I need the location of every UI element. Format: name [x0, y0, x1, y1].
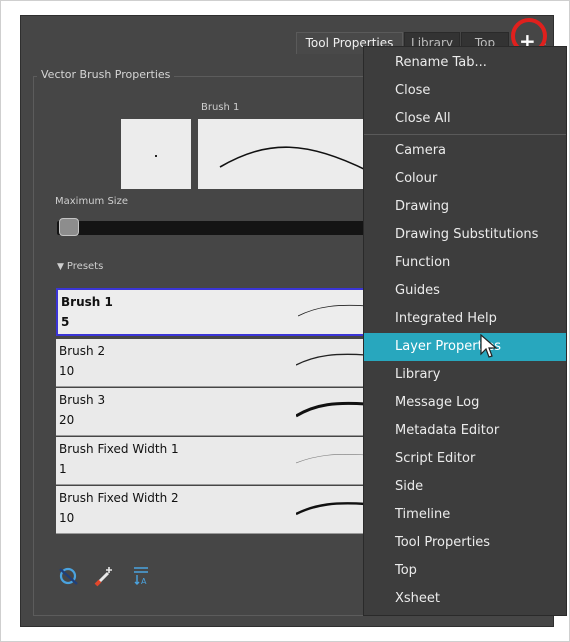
max-size-slider-handle[interactable]	[59, 218, 79, 236]
preset-name: Brush 1	[61, 295, 113, 309]
brush-tip-preview	[121, 119, 191, 189]
mouse-pointer-icon	[480, 334, 498, 358]
menu-item-script-editor[interactable]: Script Editor	[364, 445, 566, 473]
stroke-icon[interactable]	[57, 564, 81, 588]
preset-name: Brush 2	[59, 344, 106, 358]
menu-item-camera[interactable]: Camera	[364, 137, 566, 165]
menu-item-close-all[interactable]: Close All	[364, 105, 566, 133]
preset-name: Brush Fixed Width 1	[59, 442, 179, 456]
triangle-down-icon: ▼	[57, 262, 64, 272]
menu-item-guides[interactable]: Guides	[364, 277, 566, 305]
brush-plus-icon[interactable]	[93, 564, 117, 588]
preset-row[interactable]: Brush 3 20	[56, 388, 367, 436]
preset-stroke-icon	[296, 401, 366, 418]
menu-item-close[interactable]: Close	[364, 77, 566, 105]
menu-item-drawing-substitutions[interactable]: Drawing Substitutions	[364, 221, 566, 249]
preset-row[interactable]: Brush Fixed Width 2 10	[56, 486, 367, 534]
preset-list: Brush 1 5 Brush 2 10 Brush 3 20 Brush Fi…	[56, 288, 367, 544]
preset-size: 10	[59, 511, 75, 525]
preset-size: 20	[59, 413, 75, 427]
presets-label: Presets	[66, 261, 104, 272]
preset-size: 5	[61, 315, 70, 329]
max-size-slider-track[interactable]	[57, 221, 367, 235]
menu-item-metadata-editor[interactable]: Metadata Editor	[364, 417, 566, 445]
menu-item-integrated-help[interactable]: Integrated Help	[364, 305, 566, 333]
group-title: Vector Brush Properties	[37, 68, 175, 81]
menu-item-timeline[interactable]: Timeline	[364, 501, 566, 529]
preset-stroke-icon	[296, 353, 366, 366]
preset-row[interactable]: Brush 1 5	[56, 288, 367, 336]
presets-header[interactable]: ▼ Presets	[57, 261, 103, 272]
menu-item-tool-properties[interactable]: Tool Properties	[364, 529, 566, 557]
menu-item-function[interactable]: Function	[364, 249, 566, 277]
menu-item-colour[interactable]: Colour	[364, 165, 566, 193]
menu-item-top[interactable]: Top	[364, 557, 566, 585]
svg-text:A: A	[141, 577, 147, 586]
preset-name: Brush Fixed Width 2	[59, 491, 179, 505]
preset-stroke-icon	[296, 453, 366, 464]
stroke-curve	[219, 146, 368, 172]
menu-item-rename-tab[interactable]: Rename Tab...	[364, 49, 566, 77]
preset-row[interactable]: Brush 2 10	[56, 339, 367, 387]
menu-item-library[interactable]: Library	[364, 361, 566, 389]
menu-item-message-log[interactable]: Message Log	[364, 389, 566, 417]
brush-stroke-preview	[198, 119, 368, 189]
sort-icon[interactable]: A	[129, 564, 153, 588]
preset-stroke-icon	[296, 502, 366, 516]
preset-size: 1	[59, 462, 67, 476]
max-size-label: Maximum Size	[55, 196, 128, 207]
tab-context-menu: Rename Tab... Close Close All Camera Col…	[363, 46, 567, 616]
preset-stroke-icon	[298, 304, 367, 317]
preset-name: Brush 3	[59, 393, 106, 407]
brush-tip-dot	[155, 155, 157, 157]
menu-item-xsheet[interactable]: Xsheet	[364, 585, 566, 613]
menu-item-drawing[interactable]: Drawing	[364, 193, 566, 221]
menu-item-side[interactable]: Side	[364, 473, 566, 501]
stroke-preview-svg	[219, 146, 368, 172]
preset-size: 10	[59, 364, 75, 378]
preset-row[interactable]: Brush Fixed Width 1 1	[56, 437, 367, 485]
menu-separator	[364, 134, 566, 135]
preview-label: Brush 1	[201, 102, 240, 113]
menu-item-layer-properties[interactable]: Layer Properties	[364, 333, 566, 361]
